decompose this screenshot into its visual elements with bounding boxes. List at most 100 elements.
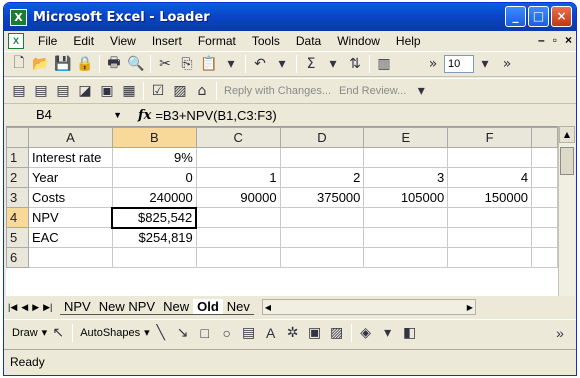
cell-c2[interactable]: 1 — [195, 167, 281, 188]
doc-close-icon[interactable]: × — [565, 33, 572, 47]
paste-icon[interactable]: 📋 — [199, 54, 219, 74]
cell-a2[interactable]: Year — [27, 167, 113, 188]
sheet-tab-nev[interactable]: Nev — [222, 299, 254, 315]
font-size-dropdown-icon[interactable]: ▾ — [475, 54, 495, 74]
arrow-icon[interactable]: ↘ — [173, 323, 193, 343]
draw-menu[interactable]: Draw — [12, 327, 38, 339]
toolbar-options-icon[interactable]: » — [423, 54, 443, 74]
cell-f2[interactable]: 4 — [447, 167, 533, 188]
row-header-4[interactable]: 4 — [6, 207, 29, 228]
reply-with-changes[interactable]: Reply with Changes... — [224, 85, 331, 97]
cell-d6[interactable] — [279, 247, 365, 268]
column-header-f[interactable]: F — [447, 127, 533, 148]
cell-e5[interactable] — [363, 227, 449, 248]
cell-e1[interactable] — [363, 147, 449, 168]
save-icon[interactable]: 💾 — [53, 54, 73, 74]
autoshapes-menu[interactable]: AutoShapes — [80, 327, 140, 339]
toolbar-dropdown-icon[interactable]: ▾ — [411, 81, 431, 101]
column-header-d[interactable]: D — [279, 127, 365, 148]
cell-b6[interactable] — [111, 247, 197, 268]
cell-f6[interactable] — [447, 247, 533, 268]
menu-file[interactable]: File — [30, 34, 65, 48]
oval-icon[interactable]: ○ — [217, 323, 237, 343]
menu-edit[interactable]: Edit — [65, 34, 102, 48]
cell-b5[interactable]: $254,819 — [111, 227, 197, 248]
cell-d3[interactable]: 375000 — [279, 187, 365, 208]
fill-color-dropdown-icon[interactable]: ▾ — [378, 323, 398, 343]
review-icon-3[interactable]: ▤ — [53, 81, 73, 101]
review-icon-6[interactable]: ▦ — [119, 81, 139, 101]
cell-e6[interactable] — [363, 247, 449, 268]
cell-e2[interactable]: 3 — [363, 167, 449, 188]
cell-f1[interactable] — [447, 147, 533, 168]
copy-icon[interactable]: ⎘ — [177, 54, 197, 74]
cell-d5[interactable] — [279, 227, 365, 248]
menu-window[interactable]: Window — [329, 34, 388, 48]
scroll-thumb[interactable] — [560, 147, 574, 175]
autosum-icon[interactable]: Σ — [301, 54, 321, 74]
print-preview-icon[interactable]: 🔍 — [126, 54, 146, 74]
3d-style-icon[interactable]: ◧ — [400, 323, 420, 343]
cell-g6[interactable] — [531, 247, 558, 268]
scroll-up-icon[interactable]: ▲ — [559, 126, 575, 143]
review-icon-2[interactable]: ▤ — [31, 81, 51, 101]
cell-f5[interactable] — [447, 227, 533, 248]
cell-g4[interactable] — [531, 207, 558, 228]
horizontal-scrollbar[interactable]: ◀ ▶ — [261, 299, 476, 315]
menu-view[interactable]: View — [102, 34, 144, 48]
cell-b3[interactable]: 240000 — [111, 187, 197, 208]
sort-ascending-icon[interactable]: ⇅ — [345, 54, 365, 74]
last-sheet-icon[interactable]: ▶| — [43, 302, 52, 313]
vertical-scrollbar[interactable]: ▲ — [558, 126, 575, 296]
first-sheet-icon[interactable]: |◀ — [8, 302, 17, 313]
doc-minimize-icon[interactable]: – — [538, 33, 545, 47]
print-icon[interactable]: 🖶 — [104, 54, 124, 74]
column-header-g[interactable] — [531, 127, 558, 148]
column-header-b[interactable]: B — [111, 127, 197, 148]
cell-a6[interactable] — [27, 247, 113, 268]
menu-help[interactable]: Help — [388, 34, 429, 48]
chart-wizard-icon[interactable]: ▥ — [374, 54, 394, 74]
row-header-2[interactable]: 2 — [6, 167, 29, 188]
column-header-e[interactable]: E — [363, 127, 449, 148]
cell-d1[interactable] — [279, 147, 365, 168]
column-header-c[interactable]: C — [195, 127, 281, 148]
row-header-6[interactable]: 6 — [6, 247, 29, 268]
permission-icon[interactable]: 🔒 — [75, 54, 95, 74]
open-icon[interactable]: 📂 — [31, 54, 51, 74]
cell-d4[interactable] — [279, 207, 365, 228]
draw-dropdown-icon[interactable]: ▾ — [42, 326, 48, 339]
cell-f4[interactable] — [447, 207, 533, 228]
cell-d2[interactable]: 2 — [279, 167, 365, 188]
cell-a1[interactable]: Interest rate — [27, 147, 113, 168]
sheet-tab-new-npv[interactable]: New NPV — [94, 299, 160, 315]
cell-f3[interactable]: 150000 — [447, 187, 533, 208]
review-icon-1[interactable]: ▤ — [9, 81, 29, 101]
select-objects-icon[interactable]: ↖ — [48, 323, 68, 343]
cell-a4[interactable]: NPV — [27, 207, 113, 228]
autoshapes-dropdown-icon[interactable]: ▾ — [144, 326, 150, 339]
picture-icon[interactable]: ▨ — [327, 323, 347, 343]
worksheet-grid[interactable]: A B C D E F 1 Interest rate 9% 2 Year 0 … — [6, 126, 558, 296]
menu-data[interactable]: Data — [288, 34, 329, 48]
rectangle-icon[interactable]: □ — [195, 323, 215, 343]
review-icon-8[interactable]: ⌂ — [192, 81, 212, 101]
menu-tools[interactable]: Tools — [244, 34, 288, 48]
cell-b1[interactable]: 9% — [111, 147, 197, 168]
cell-a3[interactable]: Costs — [27, 187, 113, 208]
autosum-dropdown-icon[interactable]: ▾ — [323, 54, 343, 74]
text-box-icon[interactable]: ▤ — [239, 323, 259, 343]
checkbox-icon[interactable]: ☑ — [148, 81, 168, 101]
minimize-button[interactable]: _ — [505, 6, 526, 27]
clip-art-icon[interactable]: ▣ — [305, 323, 325, 343]
end-review[interactable]: End Review... — [339, 85, 406, 97]
undo-dropdown-icon[interactable]: ▾ — [272, 54, 292, 74]
row-header-1[interactable]: 1 — [6, 147, 29, 168]
excel-app-icon[interactable]: X — [10, 8, 27, 26]
row-header-5[interactable]: 5 — [6, 227, 29, 248]
doc-restore-icon[interactable]: ▫ — [553, 33, 557, 47]
column-header-a[interactable]: A — [27, 127, 113, 148]
cut-icon[interactable]: ✂ — [155, 54, 175, 74]
line-icon[interactable]: ╲ — [151, 323, 171, 343]
cell-g3[interactable] — [531, 187, 558, 208]
